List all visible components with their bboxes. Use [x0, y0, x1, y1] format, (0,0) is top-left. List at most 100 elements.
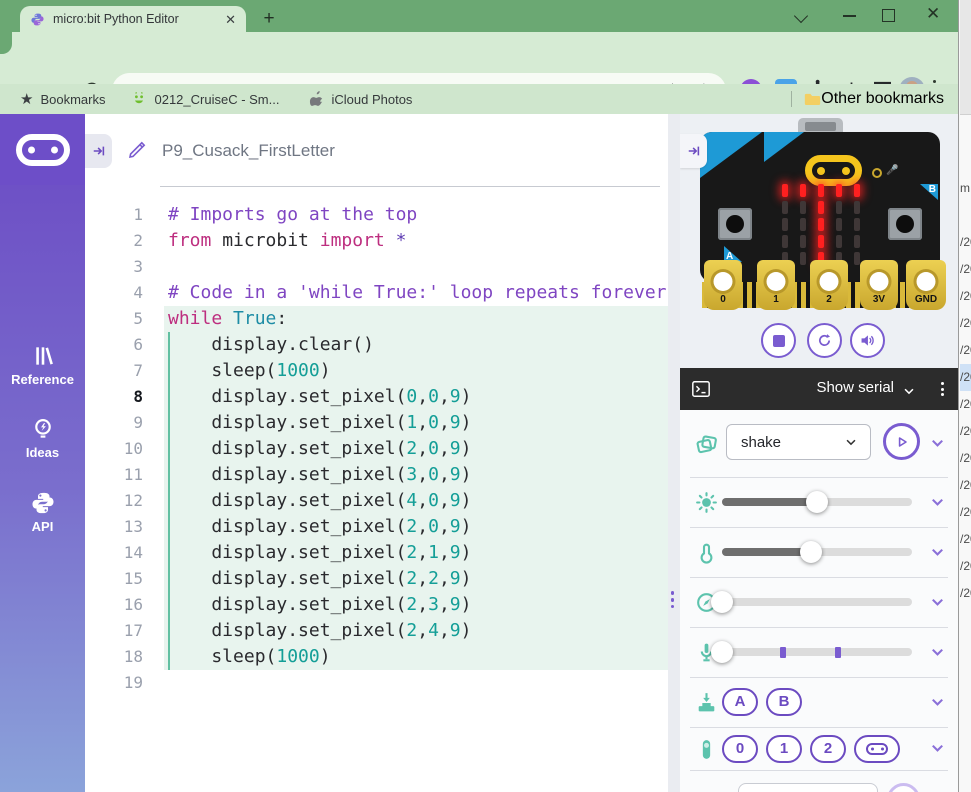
sim-stop-button[interactable] — [761, 323, 796, 358]
code-line-11[interactable]: 11 display.set_pixel(3,0,9) — [85, 462, 668, 488]
light-slider-fill — [722, 498, 817, 506]
serial-chevron-icon[interactable] — [902, 384, 916, 398]
code-line-9[interactable]: 9 display.set_pixel(1,0,9) — [85, 410, 668, 436]
window-maximize-button[interactable] — [882, 9, 895, 22]
led-off — [854, 218, 860, 231]
background-text-fragment: /20 — [960, 526, 971, 553]
bookmark-item-cruise[interactable]: 0212_CruiseC - Sm... — [131, 91, 279, 107]
code-line-19[interactable]: 19 — [85, 670, 668, 696]
sim-button-a[interactable]: A — [722, 688, 758, 716]
code-line-16[interactable]: 16 display.set_pixel(2,3,9) — [85, 592, 668, 618]
sim-pin-0[interactable]: 0 — [722, 735, 758, 763]
row-expand-chevron-icon[interactable] — [929, 596, 946, 610]
tab-close-icon[interactable]: ✕ — [225, 13, 236, 26]
code-editor[interactable]: P9_Cusack_FirstLetter 1# Imports go at t… — [85, 114, 668, 792]
board-logo-oval[interactable] — [805, 155, 862, 186]
python-api-icon — [30, 490, 56, 516]
row-expand-chevron-icon[interactable] — [929, 646, 946, 660]
microphone-slider-track[interactable] — [722, 648, 912, 656]
sim-pin-logo[interactable] — [854, 735, 900, 763]
code-line-18[interactable]: 18 sleep(1000) — [85, 644, 668, 670]
background-text-fragment: /20 — [960, 229, 971, 256]
other-bookmarks-button[interactable]: Other bookmarks — [804, 90, 944, 108]
project-filename[interactable]: P9_Cusack_FirstLetter — [162, 141, 335, 161]
code-line-10[interactable]: 10 display.set_pixel(2,0,9) — [85, 436, 668, 462]
led-off — [782, 201, 788, 214]
row-expand-chevron-icon[interactable] — [929, 496, 946, 510]
sidebar-item-ideas[interactable]: Ideas — [0, 416, 85, 460]
window-minimize-button[interactable] — [843, 15, 856, 17]
sim-button-b[interactable]: B — [766, 688, 802, 716]
bookmark-label: 0212_CruiseC - Sm... — [154, 92, 279, 107]
radio-send-button[interactable] — [887, 783, 920, 792]
code-line-4[interactable]: 4# Code in a 'while True:' loop repeats … — [85, 280, 668, 306]
browser-tab[interactable]: micro:bit Python Editor ✕ — [20, 6, 246, 32]
led-off — [836, 235, 842, 248]
code-line-6[interactable]: 6 display.clear() — [85, 332, 668, 358]
code-line-17[interactable]: 17 display.set_pixel(2,4,9) — [85, 618, 668, 644]
browser-titlebar: micro:bit Python Editor ✕ + ✕ — [0, 0, 958, 32]
code-line-14[interactable]: 14 display.set_pixel(2,1,9) — [85, 540, 668, 566]
code-line-8[interactable]: 8 display.set_pixel(0,0,9) — [85, 384, 668, 410]
new-tab-button[interactable]: + — [258, 8, 280, 30]
code-line-15[interactable]: 15 display.set_pixel(2,2,9) — [85, 566, 668, 592]
sidebar-expand-button[interactable] — [85, 134, 112, 168]
sim-pin-1[interactable]: 1 — [766, 735, 802, 763]
stop-icon — [773, 335, 785, 347]
board-button-b[interactable] — [888, 208, 922, 240]
led-on — [800, 184, 806, 197]
led-on — [836, 184, 842, 197]
code-lines[interactable]: 1# Imports go at the top2from microbit i… — [85, 202, 668, 696]
simulator-collapse-button[interactable] — [680, 134, 707, 168]
browser-toolbar: ← → python.microbit.org/v/beta ☆ k — [0, 32, 958, 84]
temperature-slider-thumb[interactable] — [800, 541, 822, 563]
led-on — [818, 184, 824, 197]
thermometer-icon — [694, 540, 719, 565]
pin-3v: 3V — [860, 260, 898, 310]
code-line-13[interactable]: 13 display.set_pixel(2,0,9) — [85, 514, 668, 540]
line-number: 14 — [85, 540, 143, 566]
board-decoration-triangle — [764, 132, 804, 162]
sidebar-item-api[interactable]: API — [0, 490, 85, 534]
gesture-play-button[interactable] — [883, 423, 920, 460]
gesture-value: shake — [741, 434, 844, 451]
gesture-select[interactable]: shake — [726, 424, 871, 460]
microbit-face-icon — [16, 134, 70, 166]
compass-slider-track[interactable] — [722, 598, 912, 606]
row-expand-chevron-icon[interactable] — [929, 696, 946, 710]
serial-menu-icon[interactable] — [941, 379, 944, 399]
code-line-2[interactable]: 2from microbit import * — [85, 228, 668, 254]
tab-search-chevron-icon[interactable] — [794, 9, 808, 23]
show-serial-button[interactable]: Show serial — [816, 379, 894, 396]
edit-filename-icon[interactable] — [127, 140, 147, 160]
bookmark-label: Bookmarks — [40, 92, 105, 107]
sim-audio-button[interactable] — [850, 323, 885, 358]
sim-reset-button[interactable] — [807, 323, 842, 358]
window-close-button[interactable]: ✕ — [926, 4, 940, 24]
code-line-5[interactable]: 5while True: — [85, 306, 668, 332]
row-expand-chevron-icon[interactable] — [929, 546, 946, 560]
led-off — [800, 218, 806, 231]
panel-splitter[interactable] — [668, 114, 680, 792]
background-text-fragment: /20 — [960, 310, 971, 337]
row-expand-chevron-icon[interactable] — [929, 437, 946, 451]
microbit-logo-button[interactable] — [0, 114, 85, 185]
board-button-a[interactable] — [718, 208, 752, 240]
code-line-7[interactable]: 7 sleep(1000) — [85, 358, 668, 384]
simulator-panel: 🎤 A B 0 1 2 3V GND — [680, 114, 958, 792]
code-line-12[interactable]: 12 display.set_pixel(4,0,9) — [85, 488, 668, 514]
light-slider-thumb[interactable] — [806, 491, 828, 513]
line-number: 2 — [85, 228, 143, 254]
radio-message-input[interactable] — [738, 783, 878, 792]
row-expand-chevron-icon[interactable] — [929, 742, 946, 756]
bookmark-label: iCloud Photos — [331, 92, 412, 107]
sim-pin-2[interactable]: 2 — [810, 735, 846, 763]
code-line-3[interactable]: 3 — [85, 254, 668, 280]
microphone-slider-thumb[interactable] — [711, 641, 733, 663]
sidebar-item-reference[interactable]: Reference — [0, 343, 85, 387]
code-line-1[interactable]: 1# Imports go at the top — [85, 202, 668, 228]
bookmark-item-icloud[interactable]: iCloud Photos — [309, 91, 412, 107]
splitter-drag-handle-icon[interactable] — [671, 588, 674, 612]
compass-slider-thumb[interactable] — [711, 591, 733, 613]
bookmarks-manager-item[interactable]: ★ Bookmarks — [20, 92, 105, 107]
